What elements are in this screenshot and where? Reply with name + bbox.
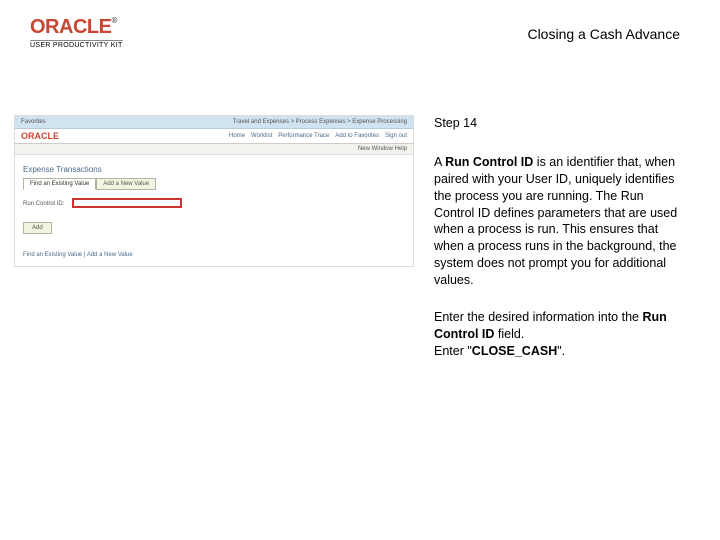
upk-subtitle: USER PRODUCTIVITY KIT (30, 40, 123, 49)
p3-c: ". (557, 344, 565, 358)
screenshot-column: Favorites Travel and Expenses > Process … (14, 115, 414, 380)
oracle-logo-tm: ® (111, 16, 116, 25)
shot-field-row: Run Control ID: (23, 198, 405, 208)
shot-tab-row: Find an Existing Value Add a New Value (23, 178, 405, 190)
shot-breadcrumb-bar: Favorites Travel and Expenses > Process … (15, 116, 413, 129)
oracle-logo-block: ORACLE® USER PRODUCTIVITY KIT (30, 16, 123, 49)
main-content: Favorites Travel and Expenses > Process … (0, 55, 720, 380)
embedded-screenshot: Favorites Travel and Expenses > Process … (14, 115, 414, 267)
shot-finder-links: Find an Existing Value | Add a New Value (23, 252, 405, 258)
shot-link-home: Home (229, 133, 245, 139)
shot-section-title: Expense Transactions (23, 165, 405, 174)
shot-field-label: Run Control ID: (23, 201, 64, 207)
p1-a: A (434, 155, 445, 169)
shot-tab-add: Add a New Value (96, 178, 156, 190)
shot-fav-label: Favorites (21, 119, 46, 125)
p2-c: field. (494, 327, 524, 341)
p3-b: CLOSE_CASH (472, 344, 557, 358)
instruction-para-2: Enter the desired information into the R… (434, 309, 680, 360)
shot-link-perf: Performance Trace (278, 133, 329, 139)
p2-a: Enter the desired information into the (434, 310, 642, 324)
shot-body: Expense Transactions Find an Existing Va… (15, 155, 413, 266)
shot-oracle-bar: ORACLE Home Worklist Performance Trace A… (15, 129, 413, 144)
p1-b: Run Control ID (445, 155, 533, 169)
shot-sub-bar: New Window Help (15, 144, 413, 155)
oracle-logo: ORACLE® (30, 16, 123, 39)
instructions-column: Step 14 A Run Control ID is an identifie… (434, 115, 680, 380)
shot-link-fav: Add to Favorites (335, 133, 379, 139)
p1-c: is an identifier that, when paired with … (434, 155, 677, 287)
oracle-logo-text: ORACLE (30, 16, 111, 38)
shot-link-worklist: Worklist (251, 133, 272, 139)
shot-breadcrumb: Travel and Expenses > Process Expenses >… (233, 119, 407, 125)
shot-tab-find: Find an Existing Value (23, 178, 96, 190)
shot-add-button: Add (23, 222, 52, 234)
shot-nav-links: Home Worklist Performance Trace Add to F… (229, 133, 407, 139)
page-header: ORACLE® USER PRODUCTIVITY KIT Closing a … (0, 0, 720, 55)
step-label: Step 14 (434, 115, 680, 132)
shot-link-signout: Sign out (385, 133, 407, 139)
instruction-para-1: A Run Control ID is an identifier that, … (434, 154, 680, 289)
shot-oracle-logo: ORACLE (21, 131, 59, 141)
page-title: Closing a Cash Advance (527, 26, 680, 42)
p3-a: Enter " (434, 344, 472, 358)
run-control-id-input[interactable] (72, 198, 182, 208)
